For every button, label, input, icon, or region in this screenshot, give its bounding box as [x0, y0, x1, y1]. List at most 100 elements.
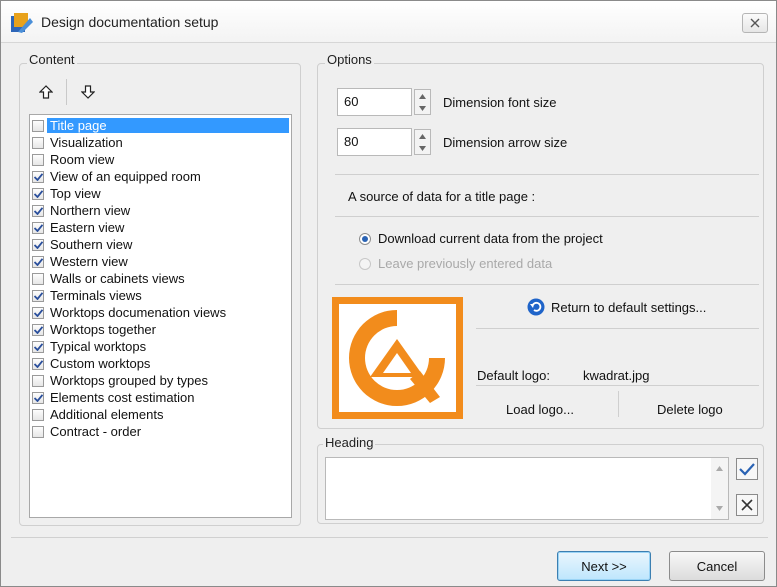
radio-leave-label: Leave previously entered data — [378, 256, 553, 271]
return-default-button[interactable]: Return to default settings... — [527, 298, 706, 316]
checkbox-checked-icon[interactable] — [32, 255, 44, 268]
checkbox-checked-icon[interactable] — [32, 187, 44, 200]
font-size-input[interactable]: 60 — [337, 88, 412, 116]
move-up-button[interactable] — [33, 81, 59, 103]
checkbox-checked-icon[interactable] — [32, 340, 44, 353]
checkbox-unchecked-icon[interactable] — [32, 119, 44, 132]
spin-up-icon[interactable] — [415, 130, 430, 142]
checkbox-checked-icon[interactable] — [32, 204, 44, 217]
toolbar-separator — [66, 79, 67, 105]
checkbox-unchecked-icon[interactable] — [32, 272, 44, 285]
source-label: A source of data for a title page : — [348, 189, 536, 204]
checkbox-checked-icon[interactable] — [32, 221, 44, 234]
app-icon — [11, 13, 33, 33]
load-logo-button[interactable]: Load logo... — [506, 402, 574, 417]
arrow-size-label: Dimension arrow size — [443, 135, 568, 150]
default-logo-filename: kwadrat.jpg — [583, 368, 650, 383]
content-group-label: Content — [27, 52, 77, 67]
list-item[interactable]: Custom worktops — [32, 355, 289, 372]
footer-divider — [11, 537, 768, 538]
scroll-up-icon[interactable] — [716, 466, 723, 471]
close-button[interactable] — [742, 13, 768, 33]
checkbox-checked-icon[interactable] — [32, 391, 44, 404]
divider — [335, 284, 759, 285]
list-item[interactable]: Western view — [32, 253, 289, 270]
divider — [618, 391, 619, 417]
radio-download-label: Download current data from the project — [378, 231, 603, 246]
checkbox-checked-icon[interactable] — [32, 357, 44, 370]
reset-icon — [527, 298, 545, 316]
list-item-label: Eastern view — [50, 220, 125, 235]
list-item[interactable]: Additional elements — [32, 406, 289, 423]
divider — [335, 216, 759, 217]
spin-down-icon[interactable] — [415, 102, 430, 114]
radio-unchecked-icon — [359, 257, 371, 270]
return-default-label: Return to default settings... — [551, 299, 707, 315]
default-logo-label: Default logo: — [477, 368, 550, 383]
x-icon — [741, 499, 753, 511]
list-item[interactable]: Room view — [32, 151, 289, 168]
checkbox-checked-icon[interactable] — [32, 306, 44, 319]
checkbox-unchecked-icon[interactable] — [32, 136, 44, 149]
list-item[interactable]: Typical worktops — [32, 338, 289, 355]
dialog-window: Design documentation setup Content Title… — [0, 0, 777, 587]
clear-heading-button[interactable] — [736, 494, 758, 516]
checkbox-checked-icon[interactable] — [32, 289, 44, 302]
radio-download-current[interactable]: Download current data from the project — [359, 231, 603, 246]
checkbox-checked-icon[interactable] — [32, 238, 44, 251]
list-item[interactable]: Southern view — [32, 236, 289, 253]
arrow-down-icon — [81, 85, 95, 99]
list-item-label: Visualization — [50, 135, 123, 150]
heading-textarea[interactable] — [325, 457, 729, 520]
checkmark-icon — [739, 463, 755, 476]
list-item-label: Contract - order — [50, 424, 142, 439]
list-item[interactable]: Eastern view — [32, 219, 289, 236]
checkbox-unchecked-icon[interactable] — [32, 374, 44, 387]
list-item-label: Northern view — [50, 203, 131, 218]
checkbox-unchecked-icon[interactable] — [32, 408, 44, 421]
list-item-label: Top view — [50, 186, 101, 201]
radio-checked-icon — [359, 232, 371, 245]
next-button[interactable]: Next >> — [557, 551, 651, 581]
list-item[interactable]: Worktops grouped by types — [32, 372, 289, 389]
list-item[interactable]: Walls or cabinets views — [32, 270, 289, 287]
list-item-label: Southern view — [50, 237, 133, 252]
list-item-label: Typical worktops — [50, 339, 147, 354]
delete-logo-button[interactable]: Delete logo — [657, 402, 723, 417]
title-bar: Design documentation setup — [1, 1, 776, 43]
checkbox-checked-icon[interactable] — [32, 323, 44, 336]
list-item-label: Custom worktops — [50, 356, 151, 371]
arrow-size-spinner[interactable] — [414, 129, 431, 155]
radio-leave-previous[interactable]: Leave previously entered data — [359, 256, 552, 271]
list-item[interactable]: Terminals views — [32, 287, 289, 304]
checkbox-unchecked-icon[interactable] — [32, 153, 44, 166]
cancel-button[interactable]: Cancel — [669, 551, 765, 581]
list-item[interactable]: Worktops documenation views — [32, 304, 289, 321]
spin-up-icon[interactable] — [415, 90, 430, 102]
move-down-button[interactable] — [75, 81, 101, 103]
spin-down-icon[interactable] — [415, 142, 430, 154]
list-item-label: Worktops documenation views — [50, 305, 227, 320]
divider — [476, 328, 759, 329]
arrow-size-input[interactable]: 80 — [337, 128, 412, 156]
checkbox-unchecked-icon[interactable] — [32, 425, 44, 438]
list-item[interactable]: Top view — [32, 185, 289, 202]
list-item-label: Room view — [50, 152, 115, 167]
options-group-label: Options — [325, 52, 374, 67]
list-item-label: Worktops together — [50, 322, 156, 337]
heading-scrollbar[interactable] — [711, 458, 728, 519]
confirm-heading-button[interactable] — [736, 458, 758, 480]
list-item[interactable]: Visualization — [32, 134, 289, 151]
list-item[interactable]: Contract - order — [32, 423, 289, 440]
font-size-label: Dimension font size — [443, 95, 557, 110]
scroll-down-icon[interactable] — [716, 506, 723, 511]
list-item[interactable]: Title page — [32, 117, 289, 134]
list-item[interactable]: View of an equipped room — [32, 168, 289, 185]
checkbox-checked-icon[interactable] — [32, 170, 44, 183]
list-item[interactable]: Worktops together — [32, 321, 289, 338]
list-item[interactable]: Elements cost estimation — [32, 389, 289, 406]
logo-preview — [332, 297, 463, 419]
font-size-spinner[interactable] — [414, 89, 431, 115]
list-item[interactable]: Northern view — [32, 202, 289, 219]
content-list[interactable]: Title page Visualization Room view View of … — [29, 114, 292, 518]
